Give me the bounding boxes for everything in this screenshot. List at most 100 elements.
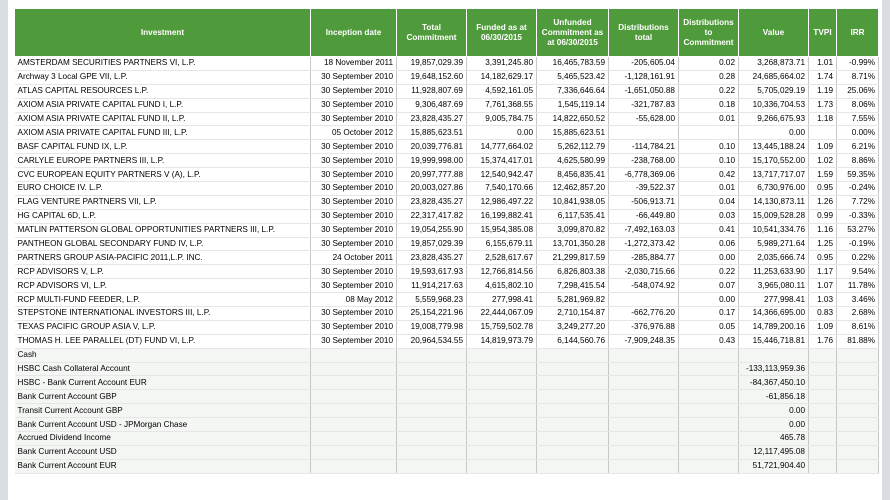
cell-distributions-to-commitment: 0.00 [678,292,739,308]
cell-distributions-to-commitment: 0.02 [678,56,739,71]
cell-inception-date: 30 September 2010 [310,84,397,99]
table-row: RCP ADVISORS VI, L.P. 30 September 2010 11… [14,278,879,294]
cell-tvpi: 1.07 [808,278,837,294]
table-row: PARTNERS GROUP ASIA-PACIFIC 2011,L.P. IN… [14,250,879,266]
empty-cell [536,362,609,377]
cash-account-value: 51,721,904.40 [738,459,809,474]
empty-cell [836,417,879,433]
cash-row: Bank Current Account EUR 51,721,904.40 [14,459,879,474]
empty-cell [466,417,537,433]
cell-funded: 2,528,617.67 [466,250,537,266]
cell-total-commitment: 19,008,779.98 [396,320,467,335]
cell-inception-date: 24 October 2011 [310,250,397,266]
cell-value: 10,541,334.76 [738,223,809,238]
empty-cell [310,389,397,405]
table-header-row: Investment Inception date Total Commitme… [14,8,879,57]
cell-distributions-total: -238,768.00 [608,153,679,169]
cell-investment: RCP ADVISORS VI, L.P. [14,278,311,294]
cash-account-name: Transit Current Account GBP [14,403,311,419]
table-row: STEPSTONE INTERNATIONAL INVESTORS III, L… [14,306,879,321]
cell-irr: 9.54% [836,264,879,280]
cell-value: 24,685,664.02 [738,70,809,85]
cell-unfunded: 1,545,119.14 [536,98,609,113]
cell-tvpi: 1.76 [808,334,837,349]
cash-account-value: 0.00 [738,403,809,419]
empty-cell [396,362,467,377]
cell-distributions-total [608,125,679,141]
empty-cell [678,431,739,446]
empty-cell [608,389,679,405]
empty-cell [536,431,609,446]
table-row: BASF CAPITAL FUND IX, L.P. 30 September 2… [14,139,879,155]
empty-cell [808,459,837,474]
cell-value: 5,989,271.64 [738,237,809,252]
cell-total-commitment: 5,559,968.23 [396,292,467,308]
empty-cell [310,431,397,446]
cell-distributions-total [608,292,679,308]
cell-total-commitment: 20,964,534.55 [396,334,467,349]
cell-value: 2,035,666.74 [738,250,809,266]
cell-total-commitment: 22,317,417.82 [396,209,467,224]
cell-funded: 16,199,882.41 [466,209,537,224]
cell-irr: 0.22% [836,250,879,266]
cell-unfunded: 7,336,646.64 [536,84,609,99]
cell-irr: -0.24% [836,181,879,196]
cell-unfunded: 14,822,650.52 [536,112,609,127]
cell-inception-date: 30 September 2010 [310,112,397,127]
cell-value: 3,965,080.11 [738,278,809,294]
empty-cell [836,445,879,460]
cell-total-commitment: 11,914,217.63 [396,278,467,294]
cell-distributions-to-commitment: 0.28 [678,70,739,85]
cell-inception-date: 30 September 2010 [310,278,397,294]
cell-unfunded: 21,299,817.59 [536,250,609,266]
cell-total-commitment: 20,003,027.86 [396,181,467,196]
cell-irr: 2.68% [836,306,879,321]
cell-unfunded: 6,144,560.76 [536,334,609,349]
cell-value: 15,170,552.00 [738,153,809,169]
cell-total-commitment: 20,039,776.81 [396,139,467,155]
empty-cell [836,375,879,391]
cell-investment: FLAG VENTURE PARTNERS VII, L.P. [14,195,311,210]
cell-total-commitment: 19,648,152.60 [396,70,467,85]
cell-distributions-total: -662,776.20 [608,306,679,321]
cell-tvpi: 1.18 [808,112,837,127]
cell-tvpi: 0.95 [808,250,837,266]
cell-unfunded: 10,841,938.05 [536,195,609,210]
cell-inception-date: 30 September 2010 [310,70,397,85]
cell-total-commitment: 23,828,435.27 [396,112,467,127]
cell-value: 0.00 [738,125,809,141]
empty-cell [608,375,679,391]
cell-funded: 4,592,161.05 [466,84,537,99]
cash-row: Bank Current Account GBP -61,856.18 [14,389,879,405]
cell-distributions-total: -205,605.04 [608,56,679,71]
cell-funded: 12,766,814.56 [466,264,537,280]
cell-inception-date: 30 September 2010 [310,181,397,196]
cash-account-name: Accrued Dividend Income [14,431,311,446]
cell-distributions-to-commitment: 0.17 [678,306,739,321]
empty-cell [836,403,879,419]
empty-cell [536,348,609,363]
cell-value: 10,336,704.53 [738,98,809,113]
cell-distributions-to-commitment: 0.01 [678,181,739,196]
cell-funded: 12,540,942.47 [466,167,537,183]
cell-distributions-to-commitment: 0.00 [678,250,739,266]
cell-irr: 8.06% [836,98,879,113]
cell-unfunded: 3,249,277.20 [536,320,609,335]
cell-investment: RCP ADVISORS V, L.P. [14,264,311,280]
cell-distributions-total: -321,787.83 [608,98,679,113]
cell-value: 14,366,695.00 [738,306,809,321]
header-funded: Funded as at 06/30/2015 [466,8,537,57]
cell-funded: 6,155,679.11 [466,237,537,252]
cell-total-commitment: 19,857,029.39 [396,237,467,252]
cell-investment: AXIOM ASIA PRIVATE CAPITAL FUND I, L.P. [14,98,311,113]
table-row: AXIOM ASIA PRIVATE CAPITAL FUND III, L.P… [14,125,879,141]
cell-investment: STEPSTONE INTERNATIONAL INVESTORS III, L… [14,306,311,321]
cell-inception-date: 30 September 2010 [310,306,397,321]
empty-cell [808,417,837,433]
cell-unfunded: 6,826,803.38 [536,264,609,280]
cell-distributions-total: -6,778,369.06 [608,167,679,183]
cash-account-name: Bank Current Account USD [14,445,311,460]
empty-cell [466,431,537,446]
table-row: ATLAS CAPITAL RESOURCES L.P. 30 September… [14,84,879,99]
cell-tvpi: 1.25 [808,237,837,252]
